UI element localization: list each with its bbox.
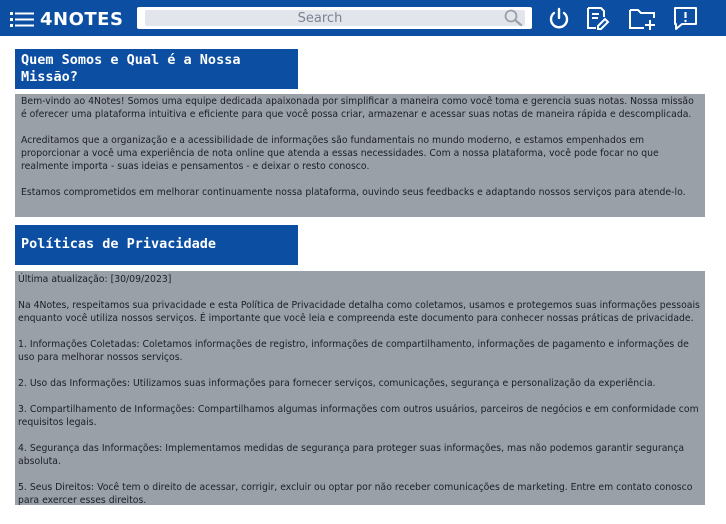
- privacy-paragraph: Última atualização: [30/09/2023]: [18, 274, 172, 285]
- power-icon[interactable]: [546, 4, 572, 32]
- privacy-paragraph: Na 4Notes, respeitamos sua privacidade e…: [18, 300, 700, 324]
- feedback-icon[interactable]: [672, 4, 700, 32]
- about-paragraph: Estamos comprometidos em melhorar contin…: [21, 187, 686, 198]
- privacy-paragraph: 5. Seus Direitos: Você tem o direito de …: [18, 482, 693, 506]
- search-icon[interactable]: [503, 9, 523, 27]
- privacy-paragraph: 3. Compartilhamento de Informações: Comp…: [18, 404, 699, 428]
- about-section-title: Quem Somos e Qual é a Nossa Missão?: [15, 49, 298, 89]
- search-box: [137, 7, 532, 29]
- privacy-paragraph: 4. Segurança das Informações: Implementa…: [18, 443, 685, 467]
- new-folder-icon[interactable]: [628, 4, 658, 32]
- search-input[interactable]: [145, 10, 495, 26]
- menu-icon[interactable]: [10, 10, 34, 28]
- privacy-panel: Última atualização: [30/09/2023] Na 4Not…: [15, 271, 705, 506]
- about-paragraph: Acreditamos que a organização e a acessi…: [21, 135, 659, 172]
- about-panel: Bem-vindo ao 4Notes! Somos uma equipe de…: [15, 94, 705, 217]
- logo-text: 4NOTES: [40, 8, 124, 30]
- about-paragraph: Bem-vindo ao 4Notes! Somos uma equipe de…: [21, 96, 694, 120]
- privacy-paragraph: 2. Uso das Informações: Utilizamos suas …: [18, 378, 656, 389]
- privacy-section-title: Políticas de Privacidade: [15, 225, 298, 265]
- top-bar: 4NOTES: [0, 0, 726, 36]
- notes-icon[interactable]: [584, 4, 610, 32]
- privacy-paragraph: 1. Informações Coletadas: Coletamos info…: [18, 339, 689, 363]
- logo[interactable]: 4NOTES: [10, 6, 123, 32]
